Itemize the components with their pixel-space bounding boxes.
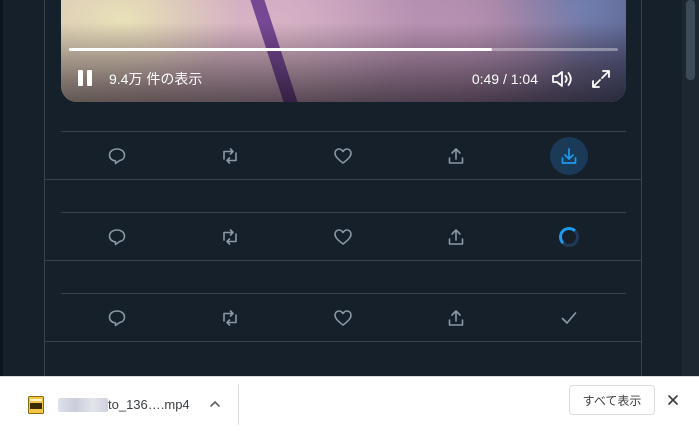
reply-button[interactable] xyxy=(97,213,137,261)
share-icon xyxy=(448,310,464,326)
speaker-icon xyxy=(552,71,572,87)
tweet-action-bar xyxy=(61,294,626,342)
like-icon xyxy=(334,310,352,326)
retweet-button[interactable] xyxy=(210,132,250,180)
share-button[interactable] xyxy=(436,294,476,342)
fullscreen-icon xyxy=(592,70,610,88)
download-button[interactable] xyxy=(549,132,589,180)
like-icon xyxy=(334,148,352,164)
downloaded-file-item[interactable]: to_136….mp4 xyxy=(18,385,236,425)
download-button[interactable] xyxy=(549,294,589,342)
share-icon xyxy=(448,229,464,245)
video-time: 0:49 / 1:04 xyxy=(471,71,538,87)
tweet-action-bar xyxy=(61,213,626,261)
video-progress-bar[interactable] xyxy=(69,48,618,51)
download-icon xyxy=(561,148,577,164)
share-icon xyxy=(448,148,464,164)
pause-icon xyxy=(78,70,83,86)
like-icon xyxy=(334,229,352,245)
retweet-icon xyxy=(223,148,237,164)
like-button[interactable] xyxy=(323,132,363,180)
fullscreen-button[interactable] xyxy=(590,68,612,90)
download-button[interactable] xyxy=(549,213,589,261)
pause-button[interactable] xyxy=(77,68,93,88)
retweet-icon xyxy=(223,229,237,245)
pause-icon-bar xyxy=(87,70,92,86)
video-file-icon xyxy=(28,396,44,414)
loading-spinner-icon xyxy=(559,227,579,247)
close-icon xyxy=(668,395,678,405)
like-button[interactable] xyxy=(323,294,363,342)
reply-icon xyxy=(108,148,126,165)
scrollbar-thumb[interactable] xyxy=(686,0,695,80)
window-left-edge xyxy=(0,0,3,376)
reply-icon xyxy=(108,229,126,246)
download-shelf: to_136….mp4 すべて表示 xyxy=(0,376,699,433)
volume-button[interactable] xyxy=(550,68,574,90)
show-all-button[interactable]: すべて表示 xyxy=(569,385,655,415)
retweet-button[interactable] xyxy=(210,294,250,342)
view-count: 9.4万 件の表示 xyxy=(109,71,203,87)
blurred-file-name xyxy=(58,398,108,412)
reply-button[interactable] xyxy=(97,294,137,342)
retweet-icon xyxy=(223,310,237,326)
video-player[interactable]: 9.4万 件の表示 0:49 / 1:04 xyxy=(61,0,626,102)
reply-button[interactable] xyxy=(97,132,137,180)
tweet-action-bar xyxy=(61,132,626,180)
scrollbar[interactable] xyxy=(682,0,699,376)
shelf-separator xyxy=(238,385,239,425)
checkmark-icon xyxy=(561,312,577,324)
retweet-button[interactable] xyxy=(210,213,250,261)
share-button[interactable] xyxy=(436,213,476,261)
file-name: to_136….mp4 xyxy=(108,397,190,412)
share-button[interactable] xyxy=(436,132,476,180)
video-progress-fill xyxy=(69,48,492,51)
reply-icon xyxy=(108,310,126,327)
close-shelf-button[interactable] xyxy=(664,391,682,409)
like-button[interactable] xyxy=(323,213,363,261)
chevron-up-icon[interactable] xyxy=(208,397,222,411)
